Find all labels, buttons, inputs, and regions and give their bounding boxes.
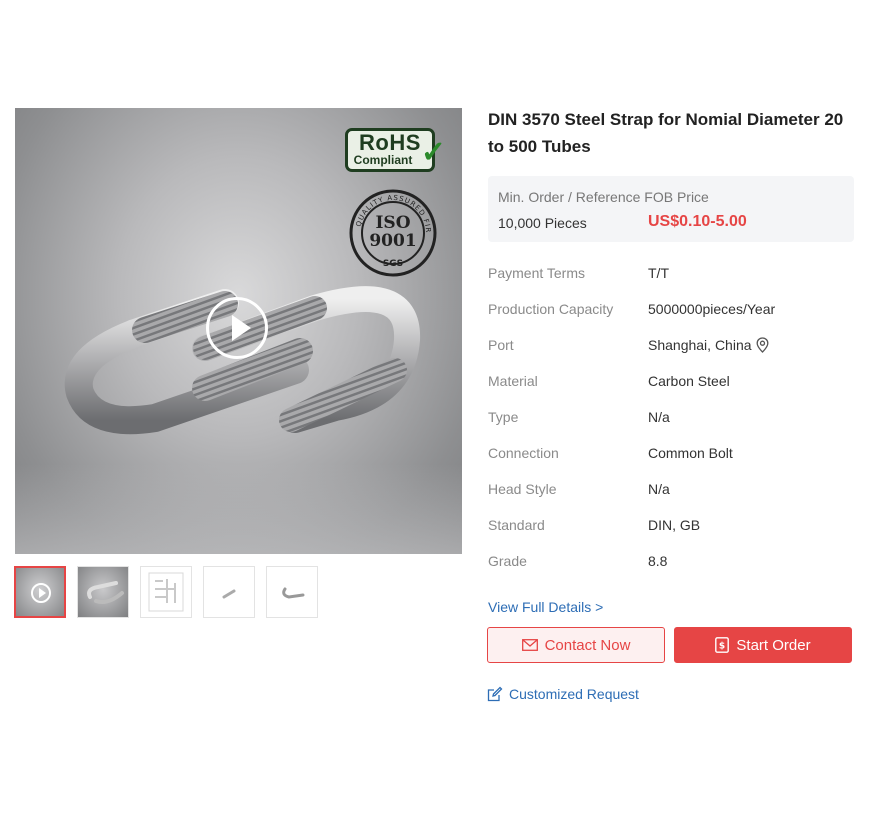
order-icon: $ (715, 637, 730, 653)
spec-value: N/a (648, 409, 670, 425)
start-order-button[interactable]: $ Start Order (674, 627, 852, 663)
bolt-thumb (222, 589, 236, 599)
play-video-icon[interactable] (206, 297, 268, 359)
u-bolt-small-thumb (282, 587, 305, 599)
spec-key: Grade (488, 553, 527, 569)
spec-key: Type (488, 409, 519, 425)
price-label: Min. Order / Reference FOB Price (498, 189, 709, 205)
rohs-subtitle: Compliant (353, 153, 413, 167)
play-icon (31, 583, 51, 603)
spec-key: Production Capacity (488, 301, 614, 317)
contact-now-button[interactable]: Contact Now (487, 627, 665, 663)
thumbnail-image-2[interactable] (77, 566, 129, 618)
iso-line1: ISO (375, 213, 410, 233)
spec-value: 5000000pieces/Year (648, 301, 776, 317)
thumbnail-image-5[interactable] (266, 566, 318, 618)
spec-key: Standard (488, 517, 545, 533)
mail-icon (521, 639, 538, 651)
port-text: Shanghai, China (648, 337, 752, 353)
start-order-label: Start Order (736, 636, 811, 654)
sgs-mark: SGS (383, 259, 403, 269)
customized-request-link[interactable]: Customized Request (487, 686, 639, 702)
view-full-details-link[interactable]: View Full Details > (488, 599, 603, 615)
spec-key: Material (488, 373, 538, 389)
price-box: Min. Order / Reference FOB Price 10,000 … (488, 176, 854, 242)
spec-value: N/a (648, 481, 670, 497)
svg-text:$: $ (719, 642, 725, 652)
spec-value: DIN, GB (648, 517, 701, 533)
u-bolt-thumb (87, 581, 124, 604)
spec-key: Payment Terms (488, 265, 585, 281)
spec-value: T/T (648, 265, 669, 281)
min-order-quantity: 10,000 Pieces (498, 215, 587, 231)
thumbnail-image-3[interactable] (140, 566, 192, 618)
checkmark-icon: ✓ (420, 136, 446, 169)
spec-value: Common Bolt (648, 445, 733, 461)
contact-now-label: Contact Now (544, 636, 631, 654)
spec-key: Head Style (488, 481, 557, 497)
spec-value-port: Shanghai, China (648, 337, 769, 353)
edit-icon (487, 686, 503, 702)
iso-line2: 9001 (369, 231, 416, 251)
spec-value: Carbon Steel (648, 373, 730, 389)
drawing-thumb (148, 572, 184, 612)
price-range: US$0.10-5.00 (648, 213, 747, 230)
thumbnail-video[interactable] (14, 566, 66, 618)
spec-key: Connection (488, 445, 559, 461)
thumbnail-strip (14, 566, 318, 618)
iso-9001-seal: QUALITY ASSURED FIRM ISO 9001 SGS (348, 188, 437, 277)
rohs-title: RoHS (359, 130, 421, 155)
spec-value: 8.8 (648, 553, 668, 569)
location-pin-icon[interactable] (756, 337, 769, 353)
rohs-badge: RoHS Compliant ✓ (345, 128, 446, 172)
product-title: DIN 3570 Steel Strap for Nomial Diameter… (488, 110, 844, 156)
customized-request-label: Customized Request (509, 686, 639, 702)
thumbnail-image-4[interactable] (203, 566, 255, 618)
spec-key: Port (488, 337, 514, 353)
